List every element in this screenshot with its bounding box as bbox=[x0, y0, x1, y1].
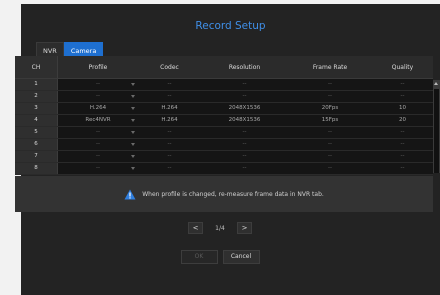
profile-select[interactable]: -- bbox=[58, 127, 138, 138]
cell-frame-rate: -- bbox=[328, 153, 332, 159]
profile-select[interactable]: H.264 bbox=[58, 103, 138, 114]
cell-ch: 4 bbox=[15, 115, 58, 126]
prev-page-button[interactable]: < bbox=[188, 222, 203, 234]
pagination: < 1/4 > bbox=[0, 222, 440, 234]
cell-frame-rate: -- bbox=[328, 141, 332, 147]
cell-ch: 8 bbox=[15, 163, 58, 174]
cell-ch: 3 bbox=[15, 103, 58, 114]
cell-quality: -- bbox=[400, 165, 405, 171]
profile-select[interactable]: -- bbox=[58, 151, 138, 162]
profile-select[interactable]: -- bbox=[58, 139, 138, 150]
table-row: 3 H.264 H.264 2048X1536 20Fps 10 bbox=[15, 103, 433, 115]
cell-ch: 1 bbox=[15, 79, 58, 90]
cell-codec: -- bbox=[167, 141, 172, 147]
warning-icon bbox=[124, 189, 136, 199]
header-frame-rate: Frame Rate bbox=[312, 64, 348, 71]
notice-bar: When profile is changed, re-measure fram… bbox=[15, 176, 433, 212]
cell-quality: -- bbox=[400, 93, 405, 99]
page-indicator: 1/4 bbox=[215, 224, 225, 232]
cell-resolution: -- bbox=[242, 153, 247, 159]
table-row: 8 -- -- -- -- -- bbox=[15, 163, 433, 175]
cell-frame-rate: 20Fps bbox=[321, 105, 339, 111]
table-row: 6 -- -- -- -- -- bbox=[15, 139, 433, 151]
dialog-title: Record Setup bbox=[195, 20, 266, 32]
cell-resolution: 2048X1536 bbox=[228, 105, 261, 111]
cell-frame-rate: 15Fps bbox=[321, 117, 339, 123]
cell-quality: -- bbox=[400, 81, 405, 87]
profile-select[interactable]: -- bbox=[58, 163, 138, 174]
record-table: CH Profile Codec Resolution Frame Rate Q… bbox=[15, 56, 433, 175]
cell-ch: 2 bbox=[15, 91, 58, 102]
cell-frame-rate: -- bbox=[328, 165, 332, 171]
cell-frame-rate: -- bbox=[328, 81, 332, 87]
profile-select[interactable]: -- bbox=[58, 91, 138, 102]
cell-quality: 20 bbox=[399, 117, 406, 123]
profile-select[interactable]: -- bbox=[58, 79, 138, 90]
cancel-button[interactable]: Cancel bbox=[222, 250, 260, 264]
scroll-thumb[interactable] bbox=[434, 89, 439, 173]
cell-ch: 5 bbox=[15, 127, 58, 138]
cell-resolution: -- bbox=[242, 129, 247, 135]
cell-quality: -- bbox=[400, 129, 405, 135]
cell-codec: -- bbox=[167, 153, 172, 159]
header-quality: Quality bbox=[391, 64, 414, 71]
profile-select[interactable]: Rec4NVR bbox=[58, 115, 138, 126]
cell-quality: -- bbox=[400, 141, 405, 147]
cell-codec: H.264 bbox=[161, 105, 178, 111]
cell-codec: -- bbox=[167, 81, 172, 87]
table-scrollbar[interactable] bbox=[433, 80, 440, 173]
cell-frame-rate: -- bbox=[328, 129, 332, 135]
cell-codec: -- bbox=[167, 165, 172, 171]
cell-resolution: -- bbox=[242, 81, 247, 87]
dialog-buttons: OK Cancel bbox=[0, 250, 440, 264]
cell-resolution: -- bbox=[242, 165, 247, 171]
scroll-up-arrow-icon[interactable] bbox=[434, 82, 438, 85]
cell-codec: -- bbox=[167, 129, 172, 135]
notice-text: When profile is changed, re-measure fram… bbox=[142, 190, 324, 198]
cell-resolution: 2048X1536 bbox=[228, 117, 261, 123]
table-row: 1 -- -- -- -- -- bbox=[15, 79, 433, 91]
cell-codec: -- bbox=[167, 93, 172, 99]
cell-codec: H.264 bbox=[161, 117, 178, 123]
table-row: 4 Rec4NVR H.264 2048X1536 15Fps 20 bbox=[15, 115, 433, 127]
next-page-button[interactable]: > bbox=[237, 222, 252, 234]
cell-ch: 6 bbox=[15, 139, 58, 150]
cell-ch: 7 bbox=[15, 151, 58, 162]
header-resolution: Resolution bbox=[228, 64, 261, 71]
table-row: 2 -- -- -- -- -- bbox=[15, 91, 433, 103]
cell-resolution: -- bbox=[242, 141, 247, 147]
cell-frame-rate: -- bbox=[328, 93, 332, 99]
cell-quality: -- bbox=[400, 153, 405, 159]
table-row: 7 -- -- -- -- -- bbox=[15, 151, 433, 163]
table-row: 5 -- -- -- -- -- bbox=[15, 127, 433, 139]
cell-quality: 10 bbox=[399, 105, 406, 111]
table-header: CH Profile Codec Resolution Frame Rate Q… bbox=[15, 56, 433, 79]
cell-resolution: -- bbox=[242, 93, 247, 99]
header-profile: Profile bbox=[88, 64, 108, 71]
header-ch: CH bbox=[15, 56, 58, 78]
ok-button[interactable]: OK bbox=[180, 250, 218, 264]
header-codec: Codec bbox=[160, 64, 179, 71]
